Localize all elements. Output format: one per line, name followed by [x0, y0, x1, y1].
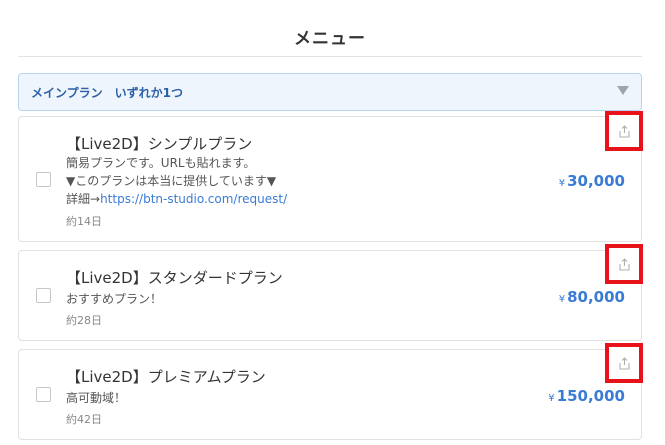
page-title: メニュー [294, 29, 366, 49]
main-plan-section-toggle[interactable]: メインプラン いずれか1つ [18, 73, 642, 111]
share-upload-icon [618, 356, 630, 370]
caret-down-icon [617, 86, 629, 95]
share-button[interactable] [605, 343, 643, 383]
price-value: 30,000 [567, 172, 625, 190]
plan-card[interactable]: 【Live2D】プレミアムプラン 高可動域！ 約42日 ¥150,000 [18, 343, 643, 440]
currency-symbol: ¥ [558, 178, 566, 189]
plan-name: 【Live2D】シンプルプラン [66, 135, 253, 153]
detail-prefix: 詳細→ [66, 192, 101, 206]
plan-card[interactable]: 【Live2D】スタンダードプラン おすすめプラン！ 約28日 ¥80,000 [18, 244, 643, 341]
currency-symbol: ¥ [548, 393, 555, 404]
plan-price: ¥150,000 [548, 387, 625, 405]
plan-checkbox[interactable] [36, 172, 51, 187]
plan-description-line: 簡易プランです。URLも貼れます。 [66, 156, 256, 170]
share-upload-icon [618, 124, 630, 138]
currency-symbol: ¥ [558, 294, 566, 305]
plan-description-line: ▼このプランは本当に提供しています▼ [66, 174, 277, 188]
menu-header: メニュー [18, 0, 642, 57]
plan-card[interactable]: 【Live2D】シンプルプラン 簡易プランです。URLも貼れます。 ▼このプラン… [18, 111, 643, 242]
plan-name: 【Live2D】スタンダードプラン [66, 269, 283, 287]
share-button[interactable] [605, 111, 643, 151]
plan-description-line: おすすめプラン！ [66, 292, 163, 306]
plan-description-line: 高可動域！ [66, 391, 127, 405]
plan-detail-line: 詳細→https://btn-studio.com/request/ [66, 191, 287, 208]
price-value: 80,000 [567, 288, 625, 306]
share-upload-icon [618, 257, 630, 271]
plan-checkbox[interactable] [36, 288, 51, 303]
plan-price: ¥80,000 [559, 288, 625, 306]
plan-duration: 約14日 [66, 215, 102, 228]
plan-price: ¥30,000 [559, 172, 625, 190]
plan-name: 【Live2D】プレミアムプラン [66, 368, 266, 386]
detail-link[interactable]: https://btn-studio.com/request/ [100, 192, 287, 206]
share-button[interactable] [605, 244, 643, 284]
section-label: メインプラン いずれか1つ [31, 86, 183, 100]
plan-duration: 約42日 [66, 413, 102, 426]
plan-checkbox[interactable] [36, 387, 51, 402]
price-value: 150,000 [556, 387, 625, 405]
plan-duration: 約28日 [66, 314, 102, 327]
